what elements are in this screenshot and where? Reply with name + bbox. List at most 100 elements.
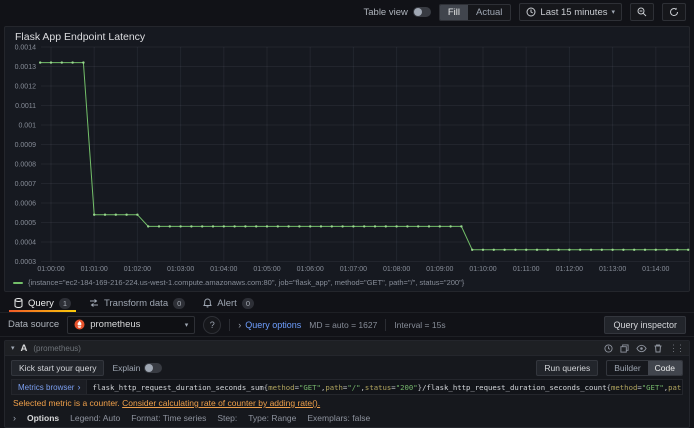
svg-text:0.0006: 0.0006 [15, 201, 37, 208]
svg-text:0.0008: 0.0008 [15, 162, 37, 169]
editor-tabbar: Query 1 Transform data 0 Alert 0 [0, 294, 694, 313]
svg-text:0.0012: 0.0012 [15, 84, 37, 91]
clock-icon [526, 7, 536, 17]
builder-button[interactable]: Builder [607, 361, 647, 375]
kick-start-query-button[interactable]: Kick start your query [11, 359, 105, 376]
svg-text:01:01:00: 01:01:00 [81, 266, 108, 273]
svg-text:01:10:00: 01:10:00 [469, 266, 496, 273]
table-view-label: Table view [363, 6, 408, 18]
zoom-out-button[interactable] [630, 3, 654, 21]
chevron-down-icon: ▾ [184, 321, 189, 329]
tab-query-count: 1 [58, 297, 72, 309]
tab-alert[interactable]: Alert 0 [195, 294, 262, 312]
svg-text:01:06:00: 01:06:00 [297, 266, 324, 273]
eye-icon[interactable] [636, 344, 647, 353]
bell-icon [203, 298, 213, 308]
divider [229, 318, 231, 331]
time-range-picker[interactable]: Last 15 minutes ▾ [519, 3, 622, 21]
tab-query[interactable]: Query 1 [6, 294, 79, 312]
counter-warning: Selected metric is a counter. Consider c… [5, 395, 689, 409]
magnifier-minus-icon [637, 7, 647, 17]
svg-text:01:12:00: 01:12:00 [556, 266, 583, 273]
query-ref-id: A [20, 342, 28, 354]
panel-editor-topbar: Table view Fill Actual Last 15 minutes ▾ [0, 0, 694, 24]
warning-hint-link[interactable]: Consider calculating rate of counter by … [122, 398, 320, 408]
svg-text:0.0003: 0.0003 [15, 259, 37, 266]
chart-legend[interactable]: {instance="ec2-184-169-216-224.us-west-1… [13, 278, 683, 287]
svg-text:01:09:00: 01:09:00 [426, 266, 453, 273]
svg-text:0.0007: 0.0007 [15, 181, 37, 188]
explain-group: Explain [112, 362, 163, 373]
datasource-help-button[interactable]: ? [203, 315, 222, 334]
svg-text:01:05:00: 01:05:00 [253, 266, 280, 273]
prometheus-icon [74, 319, 85, 330]
query-options-label: Query options [245, 319, 302, 330]
chevron-right-icon: › [13, 413, 16, 423]
svg-text:0.0013: 0.0013 [15, 64, 37, 71]
svg-text:01:11:00: 01:11:00 [513, 266, 540, 273]
svg-text:01:03:00: 01:03:00 [167, 266, 194, 273]
svg-text:0.0004: 0.0004 [15, 240, 37, 247]
trash-icon[interactable] [654, 344, 662, 353]
option-summary-item: Type: Range [248, 413, 297, 423]
promql-editor-row: Metrics browser › flask_http_request_dur… [11, 379, 683, 395]
chevron-down-icon: ▾ [11, 345, 15, 352]
tab-transform-count: 0 [173, 297, 186, 309]
drag-handle-icon[interactable]: ⋮⋮ [669, 343, 685, 354]
refresh-button[interactable] [662, 3, 686, 21]
max-data-points-stat: MD = auto = 1627 [309, 319, 378, 330]
query-toolbar: Kick start your query Explain Run querie… [5, 356, 689, 379]
history-icon[interactable] [604, 343, 613, 353]
explain-toggle[interactable] [144, 362, 163, 373]
option-summary-item: Exemplars: false [307, 413, 371, 423]
actual-button[interactable]: Actual [468, 5, 510, 20]
svg-text:01:07:00: 01:07:00 [340, 266, 367, 273]
svg-text:01:00:00: 01:00:00 [37, 266, 64, 273]
query-inspector-button[interactable]: Query inspector [604, 315, 686, 334]
option-summary-item: Step: [217, 413, 238, 423]
svg-text:01:04:00: 01:04:00 [210, 266, 237, 273]
query-row-header[interactable]: ▾ A (prometheus) ⋮⋮ [5, 341, 689, 356]
chevron-down-icon: ▾ [611, 9, 615, 16]
svg-text:0.0011: 0.0011 [15, 103, 36, 110]
svg-text:0.001: 0.001 [18, 123, 36, 130]
tab-query-label: Query [28, 297, 54, 309]
promql-expression-input[interactable]: flask_http_request_duration_seconds_sum{… [87, 380, 682, 394]
builder-code-segmented: Builder Code [606, 359, 683, 376]
datasource-value: prometheus [90, 319, 141, 330]
database-icon [14, 298, 23, 308]
svg-text:01:02:00: 01:02:00 [124, 266, 151, 273]
svg-text:0.0005: 0.0005 [15, 220, 37, 227]
code-button[interactable]: Code [647, 360, 682, 375]
tab-transform-data[interactable]: Transform data 0 [81, 294, 193, 312]
table-view-toggle[interactable] [412, 7, 431, 17]
refresh-icon [669, 7, 679, 17]
table-view-group: Table view [364, 7, 431, 18]
run-queries-button[interactable]: Run queries [536, 359, 599, 376]
fill-actual-segmented: Fill Actual [438, 3, 512, 21]
svg-text:0.0014: 0.0014 [15, 45, 37, 52]
latency-panel: Flask App Endpoint Latency 0.0014 0.0013 0… [4, 26, 690, 292]
query-row-card: ▾ A (prometheus) ⋮⋮ Kick start your quer… [4, 340, 690, 428]
query-options-toggle[interactable]: › Query options [238, 320, 301, 330]
duplicate-icon[interactable] [620, 343, 629, 353]
fill-button[interactable]: Fill [439, 4, 468, 20]
divider [385, 318, 387, 331]
warning-text: Selected metric is a counter. [13, 398, 120, 408]
metrics-browser-label: Metrics browser [18, 382, 75, 392]
chevron-right-icon: › [238, 319, 242, 330]
chevron-right-icon: › [77, 382, 81, 392]
query-row-actions: ⋮⋮ [604, 343, 685, 354]
options-label: Options [27, 413, 60, 423]
datasource-select[interactable]: prometheus ▾ [67, 315, 196, 334]
query-editor-area: ▾ A (prometheus) ⋮⋮ Kick start your quer… [4, 340, 690, 428]
metrics-browser-toggle[interactable]: Metrics browser › [12, 380, 88, 394]
svg-text:01:13:00: 01:13:00 [599, 266, 626, 273]
time-range-label: Last 15 minutes [540, 6, 608, 18]
svg-text:0.0009: 0.0009 [15, 142, 37, 149]
datasource-label: Data source [8, 319, 60, 330]
query-datasource-hint: (prometheus) [33, 343, 81, 353]
interval-stat: Interval = 15s [394, 319, 446, 330]
latency-chart[interactable]: 0.0014 0.0013 0.0012 0.0011 0.001 0.0009 0.000… [5, 41, 691, 277]
transform-icon [89, 298, 99, 308]
